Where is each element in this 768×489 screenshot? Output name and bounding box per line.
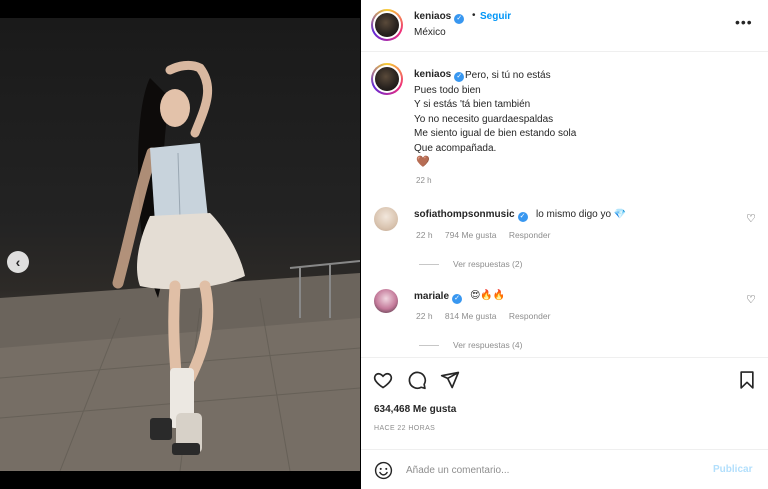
comment-avatar[interactable] [374,207,398,231]
comment-bar: Publicar [361,449,768,489]
photo-illustration [0,60,360,471]
view-replies-button[interactable]: Ver respuestas (4) [419,340,522,350]
comment-meta: 22 h 814 Me gusta Responder [416,311,560,321]
comment-time[interactable]: 22 h [416,230,433,240]
caption-line: Y si estás 'tá bien también [414,99,531,110]
comment-time[interactable]: 22 h [416,311,433,321]
comment-text: 😍🔥🔥 [470,290,506,301]
location-link[interactable]: México [414,27,446,38]
header-username[interactable]: keniaos ✓ [414,11,465,24]
verified-badge-icon: ✓ [517,212,528,222]
caption-timestamp[interactable]: 22 h [416,176,432,185]
comment-likes[interactable]: 794 Me gusta [445,230,497,240]
follow-button[interactable]: Seguir [480,11,511,22]
head [160,89,190,127]
reply-button[interactable]: Responder [509,230,551,240]
profile-avatar[interactable] [371,9,403,41]
caption-line: Me siento igual de bien estando sola [414,128,577,139]
more-horizontal-icon[interactable]: ••• [735,14,753,30]
comment-text: lo mismo digo yo 💎 [536,209,627,220]
chevron-left-icon[interactable]: ‹ [7,251,29,273]
caption-avatar[interactable] [371,63,403,95]
brown-heart-emoji: 🤎 [416,156,430,168]
post-time-ago[interactable]: HACE 22 HORAS [374,425,435,432]
post-photo[interactable]: ‹ [0,18,360,471]
verified-badge-icon: ✓ [454,14,465,24]
reply-button[interactable]: Responder [509,311,551,321]
comment-like-icon[interactable]: ♡ [746,293,756,306]
likes-count[interactable]: 634,468 Me gusta [374,404,456,415]
separator-dot: • [472,10,476,21]
post-header: keniaos ✓ • Seguir México ••• [361,0,768,52]
caption-line: Pues todo bien [414,84,481,96]
comment-username[interactable]: mariale ✓ [414,291,463,304]
publish-button[interactable]: Publicar [713,464,752,475]
boot-sole [172,443,200,455]
boot-heel [150,418,172,440]
comment-username[interactable]: sofiathompsonmusic ✓ [414,209,528,222]
skirt [137,213,245,290]
post-modal: ‹ keniaos ✓ • Seguir México ••• keniaos ✓ … [0,0,768,489]
comment-meta: 22 h 794 Me gusta Responder [416,230,560,240]
actions-divider [361,357,768,358]
bottom-black-bar [0,471,360,489]
emoji-icon[interactable] [374,461,393,480]
bookmark-icon[interactable] [737,370,757,390]
view-replies-button[interactable]: Ver respuestas (2) [419,259,522,269]
share-icon[interactable] [440,370,460,390]
verified-badge-icon: ✓ [452,294,463,304]
caption-line: Pero, si tú no estás [465,70,551,81]
comment-input[interactable] [406,462,706,478]
comment-like-icon[interactable]: ♡ [746,212,756,225]
caption-line: Yo no necesito guardaespaldas [414,113,554,125]
comment-avatar[interactable] [374,289,398,313]
replies-divider [419,264,439,266]
comment-likes[interactable]: 814 Me gusta [445,311,497,321]
heart-icon[interactable] [373,370,393,390]
comment-icon[interactable] [407,370,427,390]
post-side-panel: keniaos ✓ • Seguir México ••• keniaos ✓ Pe… [361,0,768,489]
caption-line: Que acompañada. [414,142,497,154]
replies-divider [419,345,439,347]
caption-text: Pero, si tú no estás Pues todo bien Y si… [414,69,576,156]
